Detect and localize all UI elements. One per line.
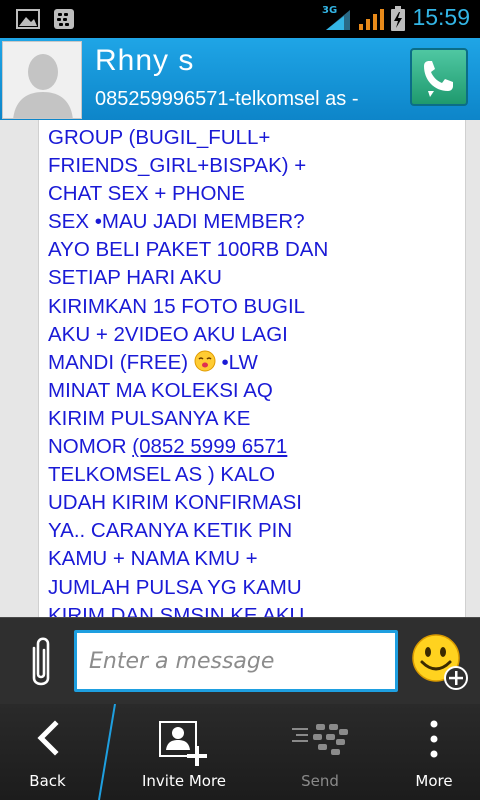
gallery-icon bbox=[16, 9, 40, 29]
compose-bar bbox=[0, 617, 480, 704]
conversation-area[interactable]: GROUP (BUGIL_FULL+ FRIENDS_GIRL+BISPAK) … bbox=[0, 120, 480, 617]
paperclip-icon[interactable] bbox=[24, 634, 58, 692]
message-line: KAMU + NAMA KMU + bbox=[48, 547, 258, 571]
contact-subtitle: 085259996571-telkomsel as - bbox=[95, 88, 359, 110]
message-line: NOMOR (0852 5999 6571 bbox=[48, 433, 348, 461]
emoticon-picker-icon[interactable] bbox=[410, 632, 470, 692]
message-line-part: NOMOR bbox=[48, 435, 133, 459]
clock: 15:59 bbox=[412, 4, 470, 30]
message-line: FRIENDS_GIRL+BISPAK) + bbox=[48, 154, 307, 178]
message-line: MINAT MA KOLEKSI AQ bbox=[48, 378, 273, 402]
overflow-menu-icon bbox=[430, 720, 438, 758]
invite-more-button[interactable]: Invite More bbox=[120, 704, 248, 800]
message-line: GROUP (BUGIL_FULL+ bbox=[48, 126, 271, 149]
more-label: More bbox=[415, 772, 453, 790]
call-button[interactable] bbox=[410, 48, 468, 106]
message-line: AKU + 2VIDEO AKU LAGI bbox=[48, 322, 288, 346]
back-chevron-icon bbox=[36, 720, 59, 756]
message-line-part: MANDI (FREE) bbox=[48, 350, 189, 374]
signal-bars-icon bbox=[359, 9, 384, 30]
phone-number-link[interactable]: (0852 5999 6571 bbox=[132, 435, 287, 458]
message-text: GROUP (BUGIL_FULL+ FRIENDS_GIRL+BISPAK) … bbox=[48, 124, 348, 617]
message-line: TELKOMSEL AS ) KALO bbox=[48, 463, 276, 487]
more-button[interactable]: More bbox=[392, 704, 476, 800]
back-label: Back bbox=[29, 772, 66, 790]
send-button[interactable]: Send bbox=[270, 704, 370, 800]
bbm-notification-icon bbox=[54, 9, 74, 29]
send-label: Send bbox=[301, 772, 339, 790]
signal-3g-icon bbox=[326, 10, 350, 30]
bbm-send-icon bbox=[292, 724, 348, 755]
message-line: SEX •MAU JADI MEMBER? bbox=[48, 210, 305, 234]
phone-icon bbox=[424, 61, 453, 97]
bottom-action-bar: Back Invite More Send More bbox=[0, 704, 480, 800]
message-line: CHAT SEX + PHONE bbox=[48, 182, 245, 206]
invite-more-label: Invite More bbox=[141, 772, 227, 790]
message-line: KIRIM DAN SMSIN KE AKU bbox=[48, 603, 305, 617]
message-line-part: •LW bbox=[215, 350, 258, 374]
message-line: JUMLAH PULSA YG KAMU bbox=[48, 575, 302, 599]
status-bar: 3G 15:59 bbox=[0, 0, 480, 38]
contact-name: Rhny s bbox=[95, 44, 195, 77]
kiss-emoji-icon bbox=[194, 350, 216, 372]
divider bbox=[98, 704, 116, 800]
message-line: AYO BELI PAKET 100RB DAN bbox=[48, 238, 329, 262]
message-line: UDAH KIRIM KONFIRMASI bbox=[48, 491, 302, 515]
default-avatar-icon bbox=[3, 42, 81, 118]
message-line: KIRIM PULSANYA KE bbox=[48, 406, 251, 430]
avatar[interactable] bbox=[2, 41, 82, 119]
message-input[interactable] bbox=[74, 630, 398, 692]
message-line: YA.. CARANYA KETIK PIN bbox=[48, 519, 293, 543]
message-line: KIRIMKAN 15 FOTO BUGIL bbox=[48, 294, 306, 318]
message-line: MANDI (FREE) •LW bbox=[48, 349, 348, 377]
battery-charging-icon bbox=[391, 6, 405, 31]
message-line: SETIAP HARI AKU bbox=[48, 266, 222, 290]
back-button[interactable]: Back bbox=[0, 704, 95, 800]
invite-contact-icon bbox=[159, 721, 207, 766]
chat-header: Rhny s 085259996571-telkomsel as - bbox=[0, 38, 480, 120]
